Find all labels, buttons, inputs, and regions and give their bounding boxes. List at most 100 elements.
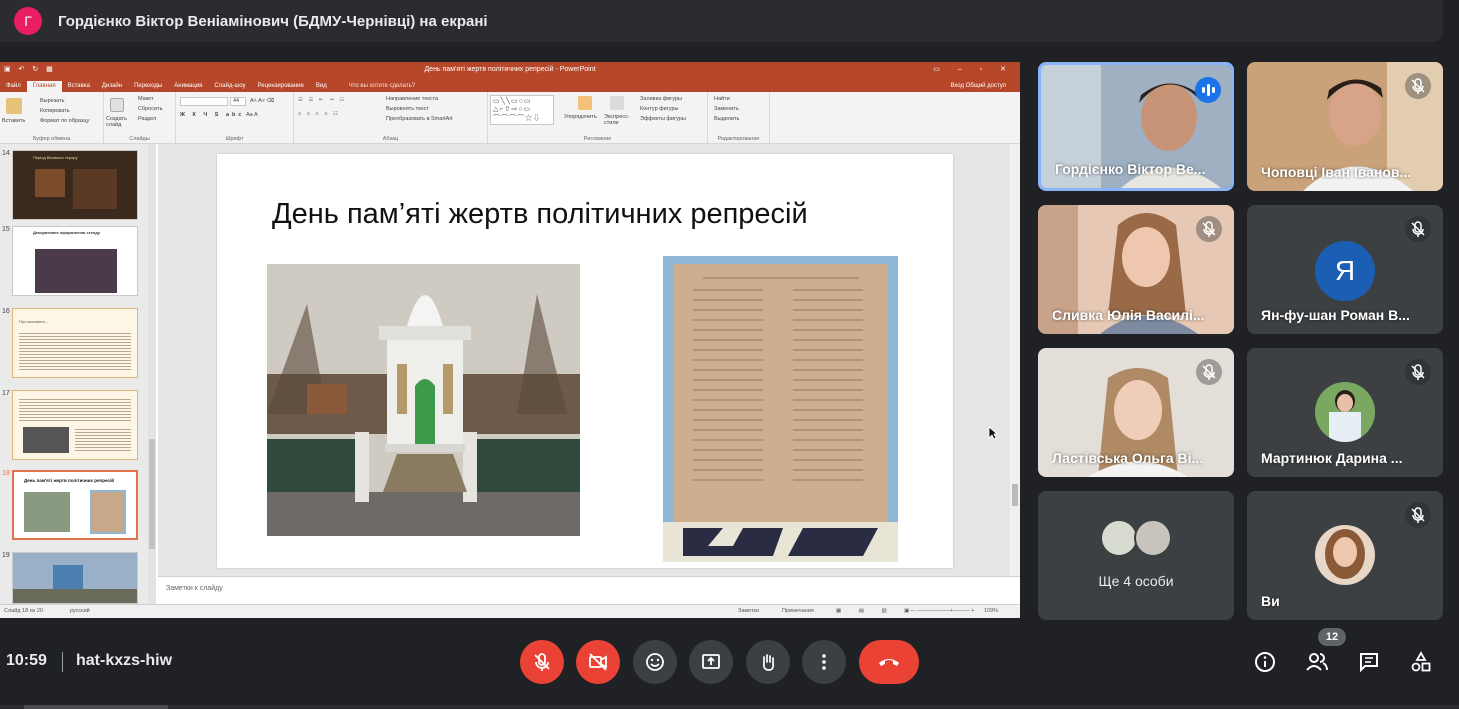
raise-hand-button[interactable] — [746, 640, 790, 684]
current-slide[interactable]: День пам’яті жертв політичних репресій — [217, 154, 953, 568]
font-style-icons[interactable]: Ж К Ч S abc — [180, 112, 244, 118]
group-clipboard: Вставить Вырезать Копировать Формат по о… — [0, 92, 104, 144]
participant-tile[interactable]: Сливка Юлія Василі... — [1038, 205, 1234, 334]
hand-icon — [763, 654, 775, 671]
shape-fill-button[interactable]: Заливка фигуры — [640, 96, 682, 102]
thumbnail-scrollbar[interactable] — [148, 144, 156, 604]
bottom-strip — [0, 705, 1459, 709]
thumb-image — [35, 169, 65, 197]
font-grow-icon[interactable]: A˄ A˅ ⌫ — [250, 98, 274, 104]
paste-button[interactable]: Вставить — [2, 118, 25, 124]
notes-toggle[interactable]: Заметки — [738, 608, 759, 614]
memorial-photo[interactable] — [267, 264, 580, 536]
tell-me-box[interactable]: Что вы хотите сделать? — [343, 81, 421, 92]
thumbnail-slide-14[interactable]: Період Великого терору — [12, 150, 138, 220]
thumb-number: 18 — [2, 470, 10, 477]
mic-off-icon — [1196, 359, 1222, 385]
select-button[interactable]: Выделить — [714, 116, 739, 122]
thumbnail-slide-15[interactable]: Декоративне оформлення стенду — [12, 226, 138, 296]
arrange-button[interactable]: Упорядочить — [564, 114, 597, 120]
participant-tile[interactable]: Гордієнко Віктор Ве... — [1038, 62, 1234, 191]
shapes-gallery[interactable]: ▭╲╲▭○▭ △⌐⇧⇨○▭ ⌒⌒⌒⌒☆⇩ — [490, 95, 554, 125]
thumb-image — [90, 490, 126, 534]
participant-avatar — [1134, 519, 1172, 557]
leave-call-button[interactable] — [859, 640, 919, 684]
thumb-number: 16 — [2, 308, 10, 315]
more-participants-tile[interactable]: Ще 4 особи — [1038, 491, 1234, 620]
participant-tile[interactable]: Мартинюк Дарина ... — [1247, 348, 1443, 477]
tab-view[interactable]: Вид — [310, 81, 333, 92]
slide-scrollbar[interactable] — [1010, 144, 1020, 576]
align-icons[interactable]: ≡ ≡ ≡ ≡ ☷ — [298, 111, 340, 117]
tab-file[interactable]: Файл — [0, 81, 27, 92]
comments-toggle[interactable]: Примечания — [782, 608, 814, 614]
thumbnail-slide-17[interactable] — [12, 390, 138, 460]
thumb-caption: Про визнання... — [19, 319, 48, 324]
participant-tile[interactable]: Ластівська Ольга Ві... — [1038, 348, 1234, 477]
new-slide-button[interactable]: Создать слайд — [106, 116, 130, 128]
memorial-photo-graphic — [267, 264, 580, 536]
tab-design[interactable]: Дизайн — [96, 81, 128, 92]
victims-list-photo[interactable] — [663, 256, 898, 562]
reset-button[interactable]: Сбросить — [138, 106, 162, 112]
quick-styles-button[interactable]: Экспресс-стили — [604, 114, 634, 126]
section-button[interactable]: Раздел — [138, 116, 156, 122]
mic-off-icon — [1405, 216, 1431, 242]
participant-name: Гордієнко Віктор Ве... — [1055, 161, 1206, 177]
thumb-caption: Декоративне оформлення стенду — [33, 230, 101, 235]
chat-button[interactable] — [1355, 648, 1383, 676]
shape-effects-button[interactable]: Эффекты фигуры — [640, 116, 686, 122]
meeting-details-button[interactable] — [1251, 648, 1279, 676]
tab-animation[interactable]: Анимация — [168, 81, 208, 92]
list-icons[interactable]: ☰ ☰ ⇤ ⇥ ☷ — [298, 97, 346, 103]
align-text-button[interactable]: Выровнять текст — [386, 106, 429, 112]
mic-toggle-button[interactable] — [520, 640, 564, 684]
quick-styles-icon[interactable] — [610, 96, 624, 110]
activities-button[interactable] — [1407, 648, 1435, 676]
people-button[interactable] — [1303, 648, 1331, 676]
thumbnail-slide-18-selected[interactable]: День пам'яті жертв політичних репресій — [12, 470, 138, 540]
replace-button[interactable]: Заменить — [714, 106, 739, 112]
scroll-thumb[interactable] — [149, 439, 155, 549]
layout-button[interactable]: Макет — [138, 96, 154, 102]
participant-tile[interactable]: Я Ян-фу-шан Роман В... — [1247, 205, 1443, 334]
new-slide-icon[interactable] — [110, 98, 124, 112]
more-options-button[interactable] — [802, 640, 846, 684]
slide-title[interactable]: День пам’яті жертв політичних репресій — [272, 198, 808, 231]
people-count-badge: 12 — [1318, 628, 1346, 646]
paste-icon[interactable] — [6, 98, 22, 114]
camera-toggle-button[interactable] — [576, 640, 620, 684]
thumbnail-slide-19[interactable] — [12, 552, 138, 604]
text-direction-button[interactable]: Направление текста — [386, 96, 438, 102]
self-tile[interactable]: Ви — [1247, 491, 1443, 620]
font-name-box[interactable] — [180, 97, 228, 106]
participant-name: Чоповці Іван Іванов... — [1261, 164, 1412, 180]
tab-review[interactable]: Рецензирование — [252, 81, 310, 92]
view-icons[interactable]: ▦ ▤ ▥ ▣ — [836, 608, 917, 614]
present-button[interactable] — [689, 640, 733, 684]
font-size-box[interactable]: 44 — [230, 97, 246, 106]
tab-slideshow[interactable]: Слайд-шоу — [208, 81, 251, 92]
tab-home[interactable]: Главная — [26, 81, 62, 92]
hang-up-icon — [879, 659, 899, 666]
window-controls-icon[interactable]: ▭ – ▫ ✕ — [933, 65, 1014, 73]
thumbnail-slide-16[interactable]: Про визнання... — [12, 308, 138, 378]
format-painter-button[interactable]: Формат по образцу — [40, 118, 89, 124]
shape-outline-button[interactable]: Контур фигуры — [640, 106, 678, 112]
notes-pane[interactable]: Заметки к слайду — [158, 576, 1020, 604]
font-color-icon[interactable]: Aa A — [246, 112, 258, 118]
smartart-button[interactable]: Преобразовать в SmartArt — [386, 116, 453, 122]
thumb-text-lines — [75, 427, 131, 453]
arrange-icon[interactable] — [578, 96, 592, 110]
reactions-button[interactable] — [633, 640, 677, 684]
sign-in-share[interactable]: Вход Общий доступ — [944, 81, 1012, 92]
participant-tile[interactable]: Чоповці Іван Іванов... — [1247, 62, 1443, 191]
scroll-thumb[interactable] — [1012, 484, 1018, 506]
copy-button[interactable]: Копировать — [40, 108, 70, 114]
tab-transitions[interactable]: Переходы — [128, 81, 168, 92]
find-button[interactable]: Найти — [714, 96, 730, 102]
tab-insert[interactable]: Вставка — [62, 81, 96, 92]
self-avatar — [1315, 525, 1375, 585]
zoom-slider[interactable]: — ——————+——— + — [910, 608, 974, 614]
cut-button[interactable]: Вырезать — [40, 98, 64, 104]
